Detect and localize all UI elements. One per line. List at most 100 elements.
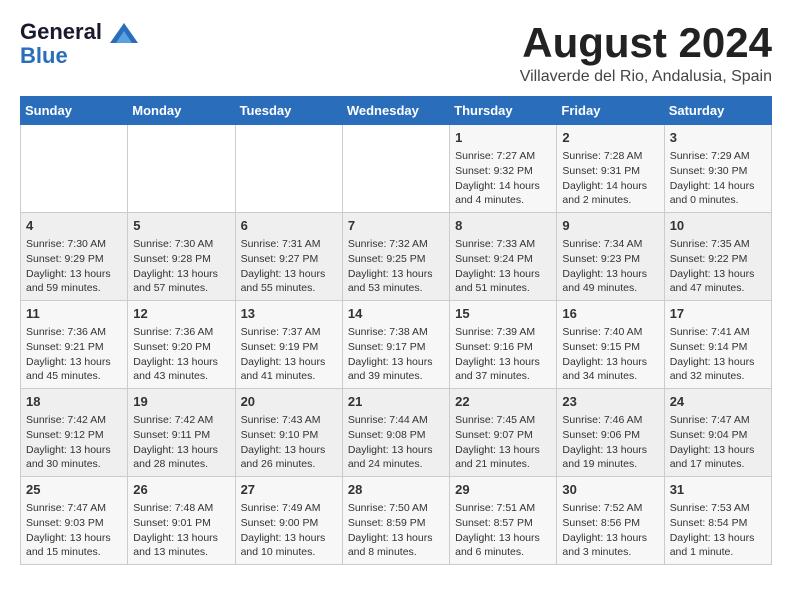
- calendar-cell: 1 Sunrise: 7:27 AM Sunset: 9:32 PM Daylig…: [450, 125, 557, 213]
- day-number: 1: [455, 129, 551, 147]
- day-number: 20: [241, 393, 337, 411]
- calendar-week-3: 11Sunrise: 7:36 AM Sunset: 9:21 PM Dayli…: [21, 301, 772, 389]
- weekday-header-thursday: Thursday: [450, 97, 557, 125]
- calendar-cell: 15 Sunrise: 7:39 AM Sunset: 9:16 PM Dayli…: [450, 301, 557, 389]
- weekday-header-monday: Monday: [128, 97, 235, 125]
- day-number: 5: [133, 217, 229, 235]
- calendar-cell: 19Sunrise: 7:42 AM Sunset: 9:11 PM Dayli…: [128, 389, 235, 477]
- day-info: Sunrise: 7:42 AM Sunset: 9:11 PM Dayligh…: [133, 413, 229, 472]
- day-number: 23: [562, 393, 658, 411]
- day-info: Sunrise: 7:33 AM Sunset: 9:24 PM Dayligh…: [455, 237, 551, 296]
- day-info: Sunrise: 7:35 AM Sunset: 9:22 PM Dayligh…: [670, 237, 766, 296]
- calendar-cell: [235, 125, 342, 213]
- day-info: Sunrise: 7:45 AM Sunset: 9:07 PM Dayligh…: [455, 413, 551, 472]
- day-number: 3: [670, 129, 766, 147]
- calendar-cell: 12 Sunrise: 7:36 AM Sunset: 9:20 PM Dayli…: [128, 301, 235, 389]
- calendar-cell: 4 Sunrise: 7:30 AM Sunset: 9:29 PM Daylig…: [21, 213, 128, 301]
- calendar-cell: [21, 125, 128, 213]
- weekday-header-row: SundayMondayTuesdayWednesdayThursdayFrid…: [21, 97, 772, 125]
- day-number: 17: [670, 305, 766, 323]
- calendar-week-5: 25Sunrise: 7:47 AM Sunset: 9:03 PM Dayli…: [21, 476, 772, 564]
- calendar-cell: 5Sunrise: 7:30 AM Sunset: 9:28 PM Daylig…: [128, 213, 235, 301]
- day-info: Sunrise: 7:27 AM Sunset: 9:32 PM Dayligh…: [455, 149, 551, 208]
- calendar-week-2: 4 Sunrise: 7:30 AM Sunset: 9:29 PM Daylig…: [21, 213, 772, 301]
- day-info: Sunrise: 7:42 AM Sunset: 9:12 PM Dayligh…: [26, 413, 122, 472]
- day-info: Sunrise: 7:52 AM Sunset: 8:56 PM Dayligh…: [562, 501, 658, 560]
- day-info: Sunrise: 7:49 AM Sunset: 9:00 PM Dayligh…: [241, 501, 337, 560]
- day-info: Sunrise: 7:51 AM Sunset: 8:57 PM Dayligh…: [455, 501, 551, 560]
- day-number: 15: [455, 305, 551, 323]
- day-number: 26: [133, 481, 229, 499]
- day-info: Sunrise: 7:36 AM Sunset: 9:20 PM Dayligh…: [133, 325, 229, 384]
- day-number: 12: [133, 305, 229, 323]
- day-info: Sunrise: 7:32 AM Sunset: 9:25 PM Dayligh…: [348, 237, 444, 296]
- calendar-cell: [128, 125, 235, 213]
- calendar-cell: 10 Sunrise: 7:35 AM Sunset: 9:22 PM Dayli…: [664, 213, 771, 301]
- day-number: 27: [241, 481, 337, 499]
- day-info: Sunrise: 7:29 AM Sunset: 9:30 PM Dayligh…: [670, 149, 766, 208]
- calendar-cell: 22Sunrise: 7:45 AM Sunset: 9:07 PM Dayli…: [450, 389, 557, 477]
- day-number: 30: [562, 481, 658, 499]
- calendar-cell: 23 Sunrise: 7:46 AM Sunset: 9:06 PM Dayli…: [557, 389, 664, 477]
- day-number: 18: [26, 393, 122, 411]
- calendar-cell: 30 Sunrise: 7:52 AM Sunset: 8:56 PM Dayli…: [557, 476, 664, 564]
- calendar-cell: 29 Sunrise: 7:51 AM Sunset: 8:57 PM Dayli…: [450, 476, 557, 564]
- day-number: 8: [455, 217, 551, 235]
- day-info: Sunrise: 7:43 AM Sunset: 9:10 PM Dayligh…: [241, 413, 337, 472]
- day-number: 4: [26, 217, 122, 235]
- calendar-subtitle: Villaverde del Rio, Andalusia, Spain: [520, 68, 772, 86]
- calendar-cell: 27 Sunrise: 7:49 AM Sunset: 9:00 PM Dayli…: [235, 476, 342, 564]
- day-info: Sunrise: 7:30 AM Sunset: 9:29 PM Dayligh…: [26, 237, 122, 296]
- calendar-cell: 11Sunrise: 7:36 AM Sunset: 9:21 PM Dayli…: [21, 301, 128, 389]
- day-number: 10: [670, 217, 766, 235]
- calendar-cell: 21Sunrise: 7:44 AM Sunset: 9:08 PM Dayli…: [342, 389, 449, 477]
- day-info: Sunrise: 7:39 AM Sunset: 9:16 PM Dayligh…: [455, 325, 551, 384]
- day-info: Sunrise: 7:37 AM Sunset: 9:19 PM Dayligh…: [241, 325, 337, 384]
- calendar-cell: 14Sunrise: 7:38 AM Sunset: 9:17 PM Dayli…: [342, 301, 449, 389]
- day-number: 31: [670, 481, 766, 499]
- day-number: 2: [562, 129, 658, 147]
- calendar-cell: 6 Sunrise: 7:31 AM Sunset: 9:27 PM Daylig…: [235, 213, 342, 301]
- calendar-cell: 28Sunrise: 7:50 AM Sunset: 8:59 PM Dayli…: [342, 476, 449, 564]
- day-info: Sunrise: 7:48 AM Sunset: 9:01 PM Dayligh…: [133, 501, 229, 560]
- calendar-cell: 9Sunrise: 7:34 AM Sunset: 9:23 PM Daylig…: [557, 213, 664, 301]
- title-section: August 2024 Villaverde del Rio, Andalusi…: [520, 20, 772, 86]
- calendar-cell: [342, 125, 449, 213]
- calendar-week-1: 1 Sunrise: 7:27 AM Sunset: 9:32 PM Daylig…: [21, 125, 772, 213]
- day-info: Sunrise: 7:41 AM Sunset: 9:14 PM Dayligh…: [670, 325, 766, 384]
- calendar-cell: 7 Sunrise: 7:32 AM Sunset: 9:25 PM Daylig…: [342, 213, 449, 301]
- day-number: 28: [348, 481, 444, 499]
- day-info: Sunrise: 7:53 AM Sunset: 8:54 PM Dayligh…: [670, 501, 766, 560]
- day-number: 6: [241, 217, 337, 235]
- day-number: 29: [455, 481, 551, 499]
- day-info: Sunrise: 7:47 AM Sunset: 9:03 PM Dayligh…: [26, 501, 122, 560]
- calendar-cell: 2Sunrise: 7:28 AM Sunset: 9:31 PM Daylig…: [557, 125, 664, 213]
- calendar-cell: 8 Sunrise: 7:33 AM Sunset: 9:24 PM Daylig…: [450, 213, 557, 301]
- day-number: 13: [241, 305, 337, 323]
- logo-general: General: [20, 19, 102, 44]
- day-info: Sunrise: 7:36 AM Sunset: 9:21 PM Dayligh…: [26, 325, 122, 384]
- day-number: 7: [348, 217, 444, 235]
- weekday-header-wednesday: Wednesday: [342, 97, 449, 125]
- page-header: General Blue August 2024 Villaverde del …: [20, 20, 772, 86]
- calendar-cell: 13 Sunrise: 7:37 AM Sunset: 9:19 PM Dayli…: [235, 301, 342, 389]
- calendar-title: August 2024: [520, 20, 772, 66]
- calendar-cell: 26 Sunrise: 7:48 AM Sunset: 9:01 PM Dayli…: [128, 476, 235, 564]
- day-info: Sunrise: 7:47 AM Sunset: 9:04 PM Dayligh…: [670, 413, 766, 472]
- weekday-header-friday: Friday: [557, 97, 664, 125]
- calendar-cell: 16 Sunrise: 7:40 AM Sunset: 9:15 PM Dayli…: [557, 301, 664, 389]
- calendar-week-4: 18 Sunrise: 7:42 AM Sunset: 9:12 PM Dayli…: [21, 389, 772, 477]
- day-info: Sunrise: 7:34 AM Sunset: 9:23 PM Dayligh…: [562, 237, 658, 296]
- weekday-header-sunday: Sunday: [21, 97, 128, 125]
- calendar-cell: 3 Sunrise: 7:29 AM Sunset: 9:30 PM Daylig…: [664, 125, 771, 213]
- calendar-cell: 31 Sunrise: 7:53 AM Sunset: 8:54 PM Dayli…: [664, 476, 771, 564]
- logo: General Blue: [20, 20, 140, 68]
- day-info: Sunrise: 7:31 AM Sunset: 9:27 PM Dayligh…: [241, 237, 337, 296]
- day-number: 24: [670, 393, 766, 411]
- day-info: Sunrise: 7:46 AM Sunset: 9:06 PM Dayligh…: [562, 413, 658, 472]
- day-info: Sunrise: 7:40 AM Sunset: 9:15 PM Dayligh…: [562, 325, 658, 384]
- logo-blue: Blue: [20, 44, 140, 68]
- calendar-cell: 20 Sunrise: 7:43 AM Sunset: 9:10 PM Dayli…: [235, 389, 342, 477]
- day-number: 16: [562, 305, 658, 323]
- day-info: Sunrise: 7:38 AM Sunset: 9:17 PM Dayligh…: [348, 325, 444, 384]
